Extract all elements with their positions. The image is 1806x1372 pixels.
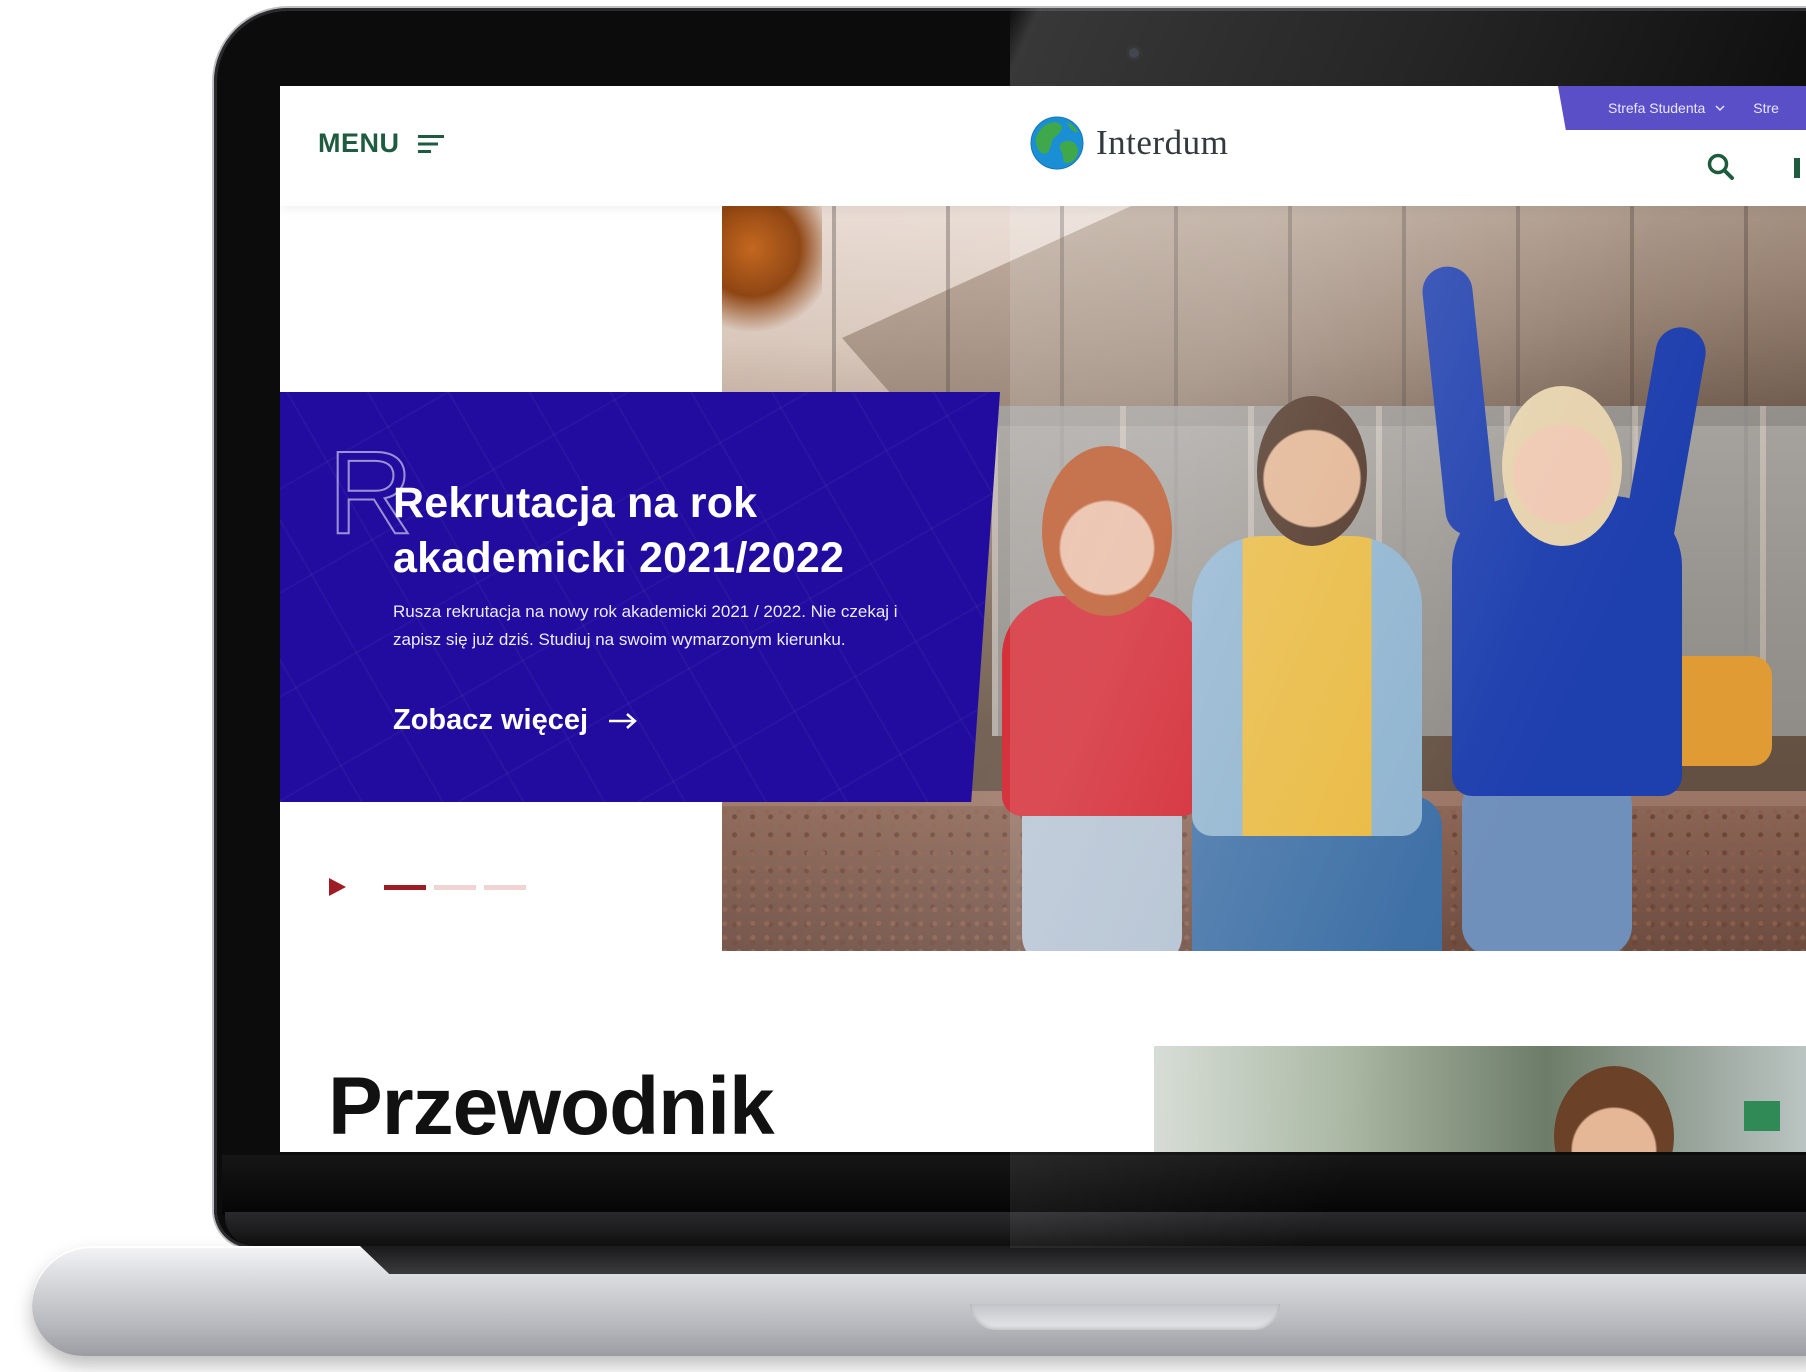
site-header: MENU Interdum Strefa Studenta Stre xyxy=(280,86,1806,206)
slider-dot[interactable] xyxy=(484,884,526,890)
laptop-bottom-bezel xyxy=(222,1155,1806,1215)
logo-wordmark: Interdum xyxy=(1096,123,1229,162)
search-button[interactable] xyxy=(1706,152,1736,182)
mockup-stage: MENU Interdum Strefa Studenta Stre R Rek… xyxy=(0,0,1806,1372)
see-more-label: Zobacz więcej xyxy=(393,704,589,736)
section-title: Przewodnik xyxy=(328,1061,775,1152)
hero-title: Rekrutacja na rok akademicki 2021/2022 xyxy=(393,479,845,582)
slider-dot[interactable] xyxy=(384,884,426,890)
laptop-screen: MENU Interdum Strefa Studenta Stre R Rek… xyxy=(280,86,1806,1152)
tab-strefa-studenta[interactable]: Strefa Studenta xyxy=(1608,100,1725,116)
arrow-right-icon xyxy=(609,712,637,729)
keyboard-edge xyxy=(360,1246,1806,1274)
globe-logo-icon xyxy=(1030,116,1084,170)
play-icon xyxy=(329,878,346,896)
menu-toggle-button[interactable]: MENU xyxy=(318,128,446,159)
slider-controls xyxy=(326,876,526,898)
hero-slide-card: R Rekrutacja na rok akademicki 2021/2022… xyxy=(280,392,1000,802)
tab-label: Strefa Studenta xyxy=(1608,100,1706,116)
lid-opening-notch xyxy=(970,1304,1280,1330)
tab-label: Stre xyxy=(1753,100,1779,116)
chevron-down-icon xyxy=(1715,104,1725,111)
tab-second-zone[interactable]: Stre xyxy=(1753,100,1779,116)
laptop-hinge xyxy=(225,1212,1806,1246)
account-icon[interactable] xyxy=(1794,158,1800,178)
menu-label: MENU xyxy=(318,128,400,158)
hero-description: Rusza rekrutacja na nowy rok akademicki … xyxy=(393,602,898,649)
section-photo xyxy=(1154,1046,1806,1152)
see-more-link[interactable]: Zobacz więcej xyxy=(393,704,638,737)
site-logo[interactable]: Interdum xyxy=(1030,116,1228,170)
search-icon xyxy=(1707,153,1734,180)
slider-pagination xyxy=(384,884,526,890)
slider-play-button[interactable] xyxy=(326,876,348,898)
webcam xyxy=(1126,45,1142,61)
slider-dot[interactable] xyxy=(434,884,476,890)
top-utility-bar: Strefa Studenta Stre xyxy=(1558,86,1806,130)
hamburger-menu-icon xyxy=(417,134,444,153)
